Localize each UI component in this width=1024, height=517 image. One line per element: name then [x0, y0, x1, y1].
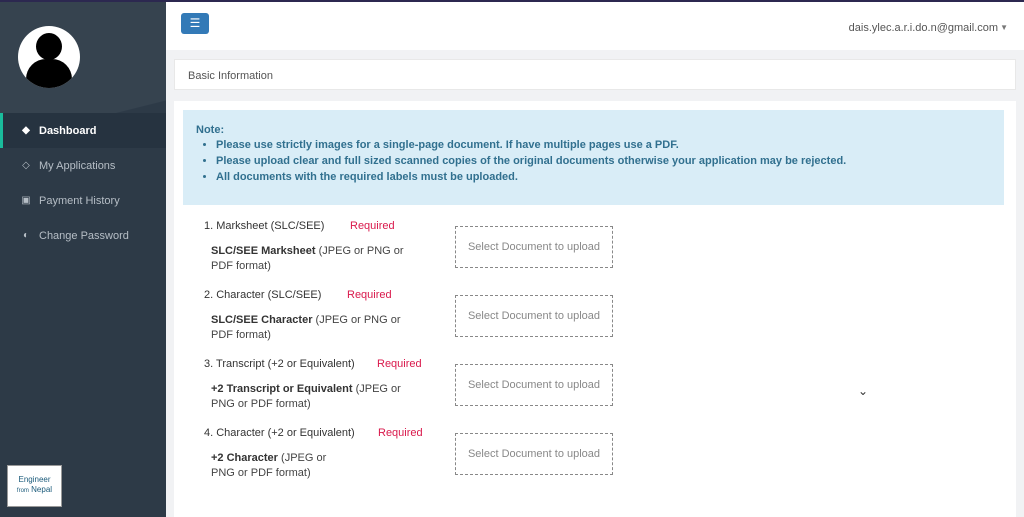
logo-line: Engineer [18, 475, 51, 484]
upload-dropzone[interactable]: Select Document to upload [455, 364, 613, 406]
sidebar-item-dashboard[interactable]: ◆ Dashboard [0, 113, 166, 148]
sidebar-item-label: Change Password [39, 229, 129, 242]
upload-dropzone[interactable]: Select Document to upload [455, 433, 613, 475]
note-list: Please use strictly images for a single-… [196, 139, 991, 183]
document-title: 1. Marksheet (SLC/SEE) [204, 220, 325, 232]
avatar-body [26, 59, 72, 88]
menu-toggle-button[interactable]: ☰ [181, 13, 209, 34]
logo-line: Nepal [31, 485, 53, 494]
sidebar-item-change-password[interactable]: ◐ Change Password [0, 218, 166, 253]
note-heading: Note: [196, 124, 225, 136]
document-row: 1. Marksheet (SLC/SEE) Required SLC/SEE … [174, 220, 1016, 288]
note-item: All documents with the required labels m… [216, 171, 991, 183]
sidebar-item-payment-history[interactable]: ▣ Payment History [0, 183, 166, 218]
section-title: Basic Information [188, 70, 273, 82]
sidebar-item-label: Payment History [39, 194, 120, 207]
note-item: Please use strictly images for a single-… [216, 139, 991, 151]
upload-dropzone[interactable]: Select Document to upload [455, 295, 613, 337]
document-row: 4. Character (+2 or Equivalent) Required… [174, 427, 1016, 495]
note-alert: Note: Please use strictly images for a s… [183, 110, 1004, 205]
chevron-down-icon[interactable]: ⌄ [858, 384, 868, 398]
document-title: 4. Character (+2 or Equivalent) [204, 427, 355, 439]
caret-down-icon[interactable]: ▼ [1000, 23, 1008, 32]
sidebar-item-my-applications[interactable]: ◇ My Applications [0, 148, 166, 183]
required-label: Required [347, 289, 392, 301]
sidebar-nav: ◆ Dashboard ◇ My Applications ▣ Payment … [0, 113, 166, 253]
logo-line: from [16, 488, 29, 494]
sidebar: ◆ Dashboard ◇ My Applications ▣ Payment … [0, 2, 166, 517]
document-row: 2. Character (SLC/SEE) Required SLC/SEE … [174, 289, 1016, 357]
toggle-icon: ◐ [22, 230, 30, 241]
document-title: 3. Transcript (+2 or Equivalent) [204, 358, 355, 370]
document-row: 3. Transcript (+2 or Equivalent) Require… [174, 358, 1016, 426]
sidebar-item-label: Dashboard [39, 124, 97, 137]
required-label: Required [350, 220, 395, 232]
upload-dropzone[interactable]: Select Document to upload [455, 226, 613, 268]
money-icon: ▣ [21, 195, 31, 206]
document-description: +2 Character (JPEG or PNG or PDF format) [211, 452, 327, 479]
upload-panel: Note: Please use strictly images for a s… [174, 101, 1016, 517]
avatar[interactable] [18, 26, 80, 88]
diamond-outline-icon: ◇ [22, 160, 30, 171]
avatar-head [36, 33, 62, 60]
note-item: Please upload clear and full sized scann… [216, 155, 991, 167]
document-description: +2 Transcript or Equivalent (JPEG or PNG… [211, 383, 401, 410]
required-label: Required [377, 358, 422, 370]
document-description: SLC/SEE Character (JPEG or PNG or PDF fo… [211, 314, 401, 341]
required-label: Required [378, 427, 423, 439]
engineer-from-nepal-logo: Engineer from Nepal [7, 465, 62, 507]
hamburger-icon: ☰ [189, 16, 201, 30]
sidebar-item-label: My Applications [39, 159, 116, 172]
document-title: 2. Character (SLC/SEE) [204, 289, 322, 301]
diamond-icon: ◆ [22, 125, 30, 136]
section-header: Basic Information [174, 59, 1016, 90]
document-description: SLC/SEE Marksheet (JPEG or PNG or PDF fo… [211, 245, 404, 272]
user-email-dropdown[interactable]: dais.ylec.a.r.i.do.n@gmail.com [849, 22, 998, 34]
top-bar: ☰ dais.ylec.a.r.i.do.n@gmail.com ▼ [166, 2, 1024, 50]
